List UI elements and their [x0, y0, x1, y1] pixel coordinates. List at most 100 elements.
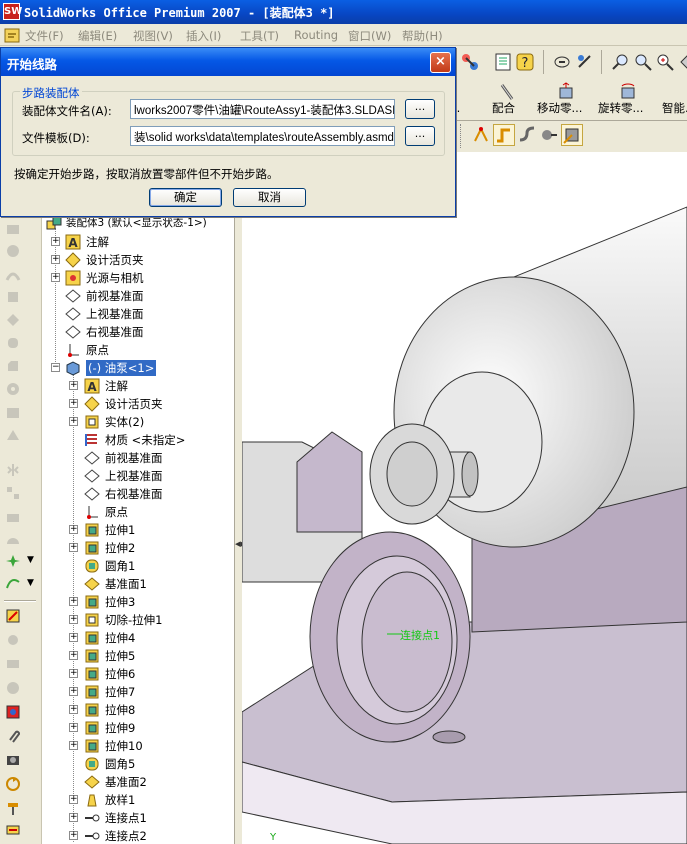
tree-item-top-plane[interactable]: 上视基准面 [42, 305, 238, 323]
tree-item-material[interactable]: 材质 <未指定> [42, 431, 238, 449]
tree-item-top-plane[interactable]: 上视基准面 [42, 467, 238, 485]
tree-item-oil-pump[interactable]: − (-) 油泵<1> [42, 359, 238, 377]
mirror-icon[interactable] [5, 462, 21, 478]
menu-tools[interactable]: 工具(T) [240, 28, 279, 44]
tree-splitter[interactable]: ◀▶ [234, 210, 246, 844]
assembly-browse-button[interactable]: ... [405, 99, 435, 119]
dome-icon[interactable] [5, 531, 21, 547]
ok-button[interactable]: 确定 [149, 188, 222, 207]
curve-icon[interactable] [5, 576, 21, 592]
revolve-icon[interactable] [5, 243, 21, 259]
reference-point-icon[interactable] [5, 553, 21, 569]
template-file-field[interactable]: 装\solid works\data\templates\routeAssemb… [130, 126, 395, 146]
menu-file[interactable]: 文件(F) [25, 28, 64, 44]
loft-icon[interactable] [5, 289, 21, 305]
tree-item-design-binder[interactable]: + 设计活页夹 [42, 251, 238, 269]
shell-icon[interactable] [5, 404, 21, 420]
rib-icon[interactable] [5, 427, 21, 443]
cut-icon[interactable] [5, 312, 21, 328]
chamfer-icon[interactable] [5, 358, 21, 374]
toolbar-move-label[interactable]: 移动零... [537, 100, 582, 116]
rebuild-icon[interactable] [575, 52, 595, 72]
tree-item-lights-cameras[interactable]: + 光源与相机 [42, 269, 238, 287]
select-icon[interactable] [552, 52, 572, 72]
fitting-icon[interactable] [5, 656, 21, 672]
tree-item-extrude3[interactable]: + 拉伸3 [42, 593, 238, 611]
tree-item-right-plane[interactable]: 右视基准面 [42, 485, 238, 503]
flange-icon[interactable] [5, 680, 21, 696]
menu-window[interactable]: 窗口(W) [348, 28, 391, 44]
gear-icon[interactable] [5, 632, 21, 648]
tree-item-plane2[interactable]: 基准面2 [42, 773, 238, 791]
menu-view[interactable]: 视图(V) [133, 28, 173, 44]
help-icon[interactable]: ? [515, 52, 535, 72]
paperclip-icon[interactable] [5, 728, 21, 744]
tree-item-extrude7[interactable]: + 拉伸7 [42, 683, 238, 701]
pipe-icon[interactable] [517, 125, 537, 145]
tree-item-extrude8[interactable]: + 拉伸8 [42, 701, 238, 719]
rotate-component-icon[interactable] [618, 82, 638, 102]
tree-item-extrude1[interactable]: + 拉伸1 [42, 521, 238, 539]
routing-icon[interactable] [460, 52, 480, 72]
browse-icon[interactable] [493, 52, 513, 72]
tree-item-extrude10[interactable]: + 拉伸10 [42, 737, 238, 755]
menu-insert[interactable]: 插入(I) [186, 28, 221, 44]
view-icon[interactable] [679, 52, 687, 72]
tree-item-origin[interactable]: 原点 [42, 341, 238, 359]
tree-item-extrude5[interactable]: + 拉伸5 [42, 647, 238, 665]
tree-item-extrude4[interactable]: + 拉伸4 [42, 629, 238, 647]
tree-item-cut-extrude1[interactable]: + 切除-拉伸1 [42, 611, 238, 629]
search-icon[interactable] [655, 52, 675, 72]
tree-item-front-plane[interactable]: 前视基准面 [42, 449, 238, 467]
tree-item-fillet1[interactable]: 圆角1 [42, 557, 238, 575]
toolbar-smart-label[interactable]: 智能... [662, 100, 687, 116]
extrude-icon[interactable] [5, 220, 21, 236]
assembly-file-field[interactable]: lworks2007零件\油罐\RouteAssy1-装配体3.SLDASM [130, 99, 395, 119]
tree-item-annotations[interactable]: + A 注解 [42, 233, 238, 251]
route-point-icon[interactable] [471, 125, 491, 145]
menu-edit[interactable]: 编辑(E) [78, 28, 117, 44]
tree-item-loft1[interactable]: + 放样1 [42, 791, 238, 809]
cancel-button[interactable]: 取消 [233, 188, 306, 207]
tree-item-right-plane[interactable]: 右视基准面 [42, 323, 238, 341]
toolbar-rotate-label[interactable]: 旋转零... [598, 100, 643, 116]
solidworks-menu-icon[interactable] [3, 26, 21, 44]
tree-item-connection-point2[interactable]: + 连接点2 [42, 827, 238, 844]
electrical-icon[interactable] [5, 704, 21, 720]
route-properties-icon[interactable] [5, 608, 21, 624]
collapse-icon[interactable]: − [51, 363, 60, 372]
tree-item-extrude6[interactable]: + 拉伸6 [42, 665, 238, 683]
tree-item-extrude9[interactable]: + 拉伸9 [42, 719, 238, 737]
dialog-title-bar[interactable]: 开始线路 × [1, 48, 455, 76]
sweep-icon[interactable] [5, 266, 21, 282]
menu-help[interactable]: 帮助(H) [402, 28, 443, 44]
zoom-fit-icon[interactable] [610, 52, 630, 72]
graphics-area[interactable]: 连接点1 Y [241, 152, 687, 844]
zoom-area-icon[interactable] [633, 52, 653, 72]
move-component-icon[interactable] [556, 82, 576, 102]
edit-route-icon[interactable] [562, 125, 582, 145]
pattern-icon[interactable] [5, 485, 21, 501]
tree-item-front-plane[interactable]: 前视基准面 [42, 287, 238, 305]
expand-icon[interactable]: + [51, 237, 60, 246]
camera-icon[interactable] [5, 752, 21, 768]
connector-icon[interactable] [539, 125, 559, 145]
toolbar-mate-label[interactable]: 配合 [492, 100, 515, 116]
hole-icon[interactable] [5, 381, 21, 397]
route-wire-icon[interactable] [5, 822, 21, 838]
tree-item-annotations[interactable]: + A 注解 [42, 377, 238, 395]
mate-icon[interactable] [497, 82, 517, 102]
scale-icon[interactable] [5, 508, 21, 524]
hammer-icon[interactable] [5, 800, 21, 816]
fillet-icon[interactable] [5, 335, 21, 351]
template-browse-button[interactable]: ... [405, 126, 435, 146]
tree-item-origin[interactable]: 原点 [42, 503, 238, 521]
menu-routing[interactable]: Routing [294, 28, 338, 42]
tree-item-connection-point1[interactable]: + 连接点1 [42, 809, 238, 827]
close-icon[interactable]: × [430, 52, 451, 73]
tree-item-design-binder[interactable]: + 设计活页夹 [42, 395, 238, 413]
auto-route-icon[interactable] [494, 125, 514, 145]
tree-item-extrude2[interactable]: + 拉伸2 [42, 539, 238, 557]
tree-item-plane1[interactable]: 基准面1 [42, 575, 238, 593]
tree-item-fillet5[interactable]: 圆角5 [42, 755, 238, 773]
